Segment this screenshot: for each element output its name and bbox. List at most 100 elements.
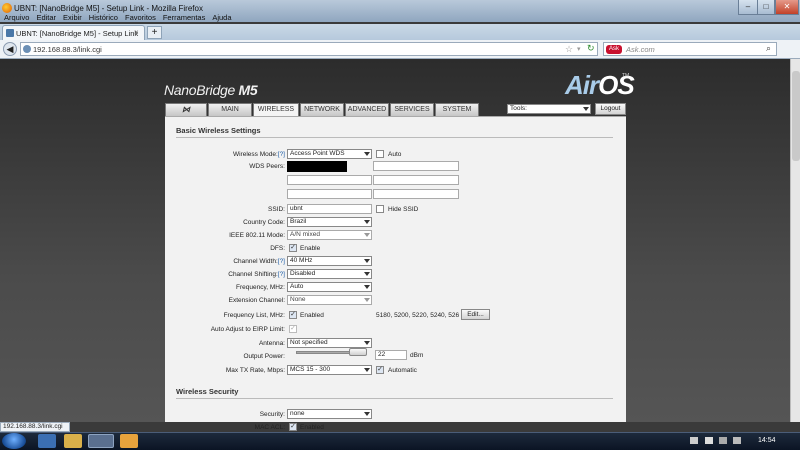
tools-dropdown[interactable]: Tools:	[507, 104, 591, 114]
menu-ferramentas[interactable]: Ferramentas	[163, 13, 206, 22]
back-button[interactable]: ◀	[3, 42, 17, 56]
mac-acl-checkbox[interactable]: ✓	[289, 423, 297, 431]
max-tx-rate-label: Max TX Rate, Mbps:	[225, 367, 285, 374]
menu-favoritos[interactable]: Favoritos	[125, 13, 156, 22]
globe-icon	[23, 45, 31, 53]
navigation-bar: ◀ 192.168.88.3/link.cgi ☆ ▾ ↻ Ask Ask.co…	[0, 40, 800, 59]
tab-system[interactable]: SYSTEM	[435, 103, 479, 116]
mac-acl-enabled-label: Enabled	[300, 424, 324, 431]
tab-services[interactable]: SERVICES	[390, 103, 434, 116]
tab-network[interactable]: NETWORK	[300, 103, 344, 116]
tray-network-icon[interactable]	[719, 437, 727, 444]
ssid-input[interactable]: ubnt	[287, 204, 372, 214]
menu-editar[interactable]: Editar	[36, 13, 56, 22]
max-tx-rate-select[interactable]: MCS 15 - 300	[287, 365, 372, 375]
ssid-label: SSID:	[268, 206, 285, 213]
menu-historico[interactable]: Histórico	[89, 13, 118, 22]
start-button[interactable]	[2, 433, 26, 449]
frequency-select[interactable]: Auto	[287, 282, 372, 292]
scroll-thumb[interactable]	[792, 71, 800, 161]
ubnt-favicon-icon	[6, 29, 14, 37]
country-code-select[interactable]: Brazil	[287, 217, 372, 227]
wds-peer-3[interactable]	[287, 175, 372, 185]
search-icon[interactable]: ⌕	[766, 43, 771, 54]
frequency-list-label: Frequency List, MHz:	[223, 312, 285, 319]
url-bar[interactable]: 192.168.88.3/link.cgi ☆ ▾ ↻	[20, 42, 598, 56]
tab-label: UBNT: [NanoBridge M5] - Setup Link	[16, 29, 139, 38]
tray-arrow-icon[interactable]	[690, 437, 698, 444]
frequency-label: Frequency, MHz:	[235, 284, 285, 291]
channel-shifting-select[interactable]: Disabled	[287, 269, 372, 279]
media-player-icon[interactable]	[120, 434, 138, 448]
dfs-checkbox[interactable]: ✓	[289, 244, 297, 252]
file-explorer-icon[interactable]	[64, 434, 82, 448]
auto-label: Auto	[388, 151, 402, 158]
wds-peer-5[interactable]	[287, 189, 372, 199]
edit-frequency-list-button[interactable]: Edit...	[461, 309, 490, 320]
mac-acl-label: MAC ACL:	[254, 424, 285, 431]
security-label: Security:	[259, 411, 285, 418]
wds-peers-label: WDS Peers:	[249, 163, 285, 170]
tab-wireless[interactable]: WIRELESS	[253, 103, 299, 117]
extension-channel-label: Extension Channel:	[228, 297, 285, 304]
vertical-scrollbar[interactable]	[790, 59, 800, 422]
security-select[interactable]: none	[287, 409, 372, 419]
wds-peer-2[interactable]	[373, 161, 459, 171]
dfs-enable-label: Enable	[300, 245, 321, 252]
window-title: UBNT: [NanoBridge M5] - Setup Link - Moz…	[14, 4, 203, 13]
ubnt-logo-icon: ⋈	[182, 105, 190, 114]
automatic-checkbox[interactable]: ✓	[376, 366, 384, 374]
tab-advanced[interactable]: ADVANCED	[345, 103, 389, 116]
wireless-mode-label: Wireless Mode:[?]	[232, 151, 285, 158]
search-bar[interactable]: Ask Ask.com ⌕	[603, 42, 777, 56]
tab-close-icon[interactable]: ×	[134, 28, 139, 37]
menu-ajuda[interactable]: Ajuda	[212, 13, 231, 22]
ieee-mode-select[interactable]: A/N mixed	[287, 230, 372, 240]
output-power-slider-handle[interactable]	[349, 348, 367, 356]
country-code-label: Country Code:	[243, 219, 285, 226]
firefox-icon	[2, 3, 12, 13]
antenna-label: Antenna:	[258, 340, 285, 347]
tray-volume-icon[interactable]	[733, 437, 741, 444]
logout-button[interactable]: Logout	[595, 103, 626, 115]
dropdown-arrow-icon[interactable]: ▾	[577, 45, 581, 53]
channel-shifting-label: Channel Shifting:[?]	[228, 271, 285, 278]
internet-explorer-icon[interactable]	[38, 434, 56, 448]
tray-flag-icon[interactable]	[705, 437, 713, 444]
wds-peer-4[interactable]	[373, 175, 459, 185]
antenna-select[interactable]: Not specified	[287, 338, 372, 348]
automatic-label: Automatic	[388, 367, 417, 374]
bookmark-star-icon[interactable]: ☆	[565, 44, 573, 55]
eirp-checkbox[interactable]: ✓	[289, 325, 297, 333]
extension-channel-select[interactable]: None	[287, 295, 372, 305]
auto-checkbox[interactable]	[376, 150, 384, 158]
menu-arquivo[interactable]: Arquivo	[4, 13, 29, 22]
menu-exibir[interactable]: Exibir	[63, 13, 82, 22]
output-power-input[interactable]: 22	[375, 350, 407, 360]
new-tab-button[interactable]: +	[147, 26, 162, 39]
wds-peer-redacted	[287, 161, 347, 172]
basic-wireless-heading: Basic Wireless Settings	[176, 126, 613, 138]
wds-peer-6[interactable]	[373, 189, 459, 199]
frequency-list-values: 5180, 5200, 5220, 5240, 526	[376, 312, 460, 319]
url-text: 192.168.88.3/link.cgi	[33, 45, 102, 54]
output-power-label: Output Power:	[243, 353, 285, 360]
trademark-mark: TM	[622, 73, 630, 79]
search-engine-icon[interactable]: Ask	[606, 45, 622, 54]
eirp-label: Auto Adjust to EIRP Limit:	[210, 326, 285, 333]
frequency-list-checkbox[interactable]: ✓	[289, 311, 297, 319]
ieee-mode-label: IEEE 802.11 Mode:	[229, 232, 285, 239]
hide-ssid-label: Hide SSID	[388, 206, 419, 213]
channel-width-select[interactable]: 40 MHz	[287, 256, 372, 266]
wireless-mode-select[interactable]: Access Point WDS	[287, 149, 372, 159]
search-input[interactable]: Ask.com	[626, 45, 655, 54]
hide-ssid-checkbox[interactable]	[376, 205, 384, 213]
status-bar: 192.168.88.3/link.cgi	[0, 422, 70, 432]
firefox-taskbar-icon[interactable]	[88, 434, 114, 448]
tab-ubnt-logo[interactable]: ⋈	[165, 103, 207, 116]
tab-main[interactable]: MAIN	[208, 103, 252, 116]
browser-tab[interactable]: UBNT: [NanoBridge M5] - Setup Link ×	[2, 25, 145, 40]
reload-icon[interactable]: ↻	[587, 43, 595, 54]
tab-bar: UBNT: [NanoBridge M5] - Setup Link × +	[0, 24, 800, 40]
menu-bar: Arquivo Editar Exibir Histórico Favorito…	[0, 13, 800, 24]
